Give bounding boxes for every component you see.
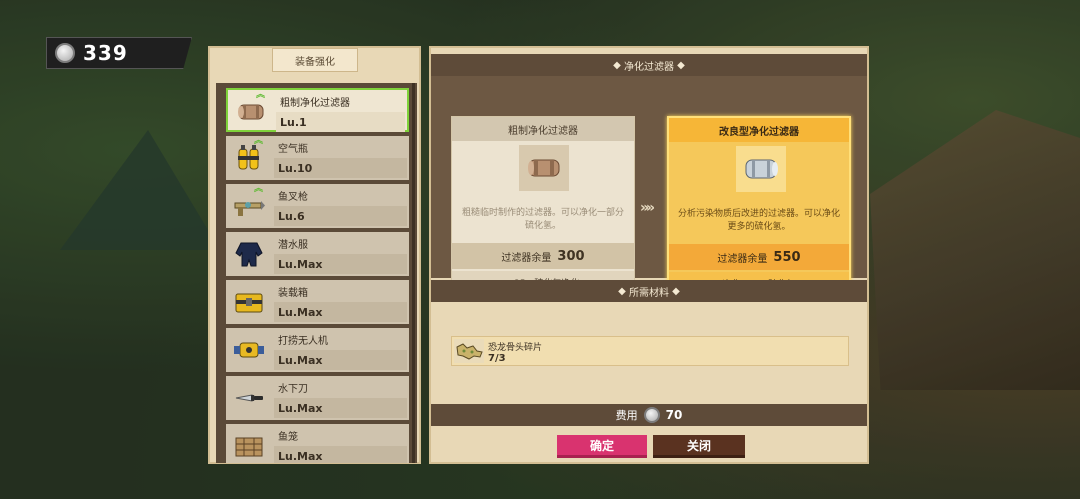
cost-value: 70 <box>665 408 683 422</box>
equipment-name: 潜水服 <box>278 240 308 251</box>
current-equipment-title: 粗制净化过滤器 <box>452 117 634 141</box>
stat-value: 300 <box>557 248 585 264</box>
equipment-level: Lu.Max <box>278 402 323 415</box>
equipment-name: 鱼叉枪 <box>278 192 308 203</box>
fish-trap-icon <box>232 429 266 463</box>
upgrade-cost: 费用 70 <box>431 404 867 426</box>
currency-amount: 339 <box>83 41 128 65</box>
salvage-drone-icon <box>232 333 266 367</box>
stat-label: 过滤器余量 <box>717 253 768 265</box>
equipment-item-air-tank[interactable]: ︽ 空气瓶 Lu.10 <box>226 136 409 180</box>
harpoon-gun-icon <box>232 189 266 223</box>
next-equipment-title: 改良型净化过滤器 <box>669 118 849 142</box>
improved-filter-icon <box>736 146 786 192</box>
material-name: 恐龙骨头碎片 <box>488 343 543 353</box>
material-count: 7/3 <box>488 353 506 364</box>
equipment-item-diving-suit[interactable]: 潜水服 Lu.Max <box>226 232 409 276</box>
equipment-item-cargo-box[interactable]: 装载箱 Lu.Max <box>226 280 409 324</box>
upgrade-available-icon: ︽ <box>256 90 266 100</box>
material-item: 恐龙骨头碎片 7/3 <box>451 336 849 366</box>
equipment-level: Lu.Max <box>278 306 323 319</box>
air-tank-icon <box>232 141 266 175</box>
dino-bone-fragment-icon <box>454 339 484 363</box>
equipment-list-panel: 装备强化 ︽ 粗制净化过滤器 Lu.1 ︽ 空气瓶 Lu.10 ︽ 鱼叉枪 Lu… <box>208 46 421 464</box>
close-button[interactable]: 关闭 <box>653 435 745 458</box>
equipment-item-harpoon[interactable]: ︽ 鱼叉枪 Lu.6 <box>226 184 409 228</box>
panel-title: 装备强化 <box>272 48 358 72</box>
silver-coin-icon <box>643 407 660 423</box>
equipment-item-knife[interactable]: 水下刀 Lu.Max <box>226 376 409 420</box>
equipment-list[interactable]: ︽ 粗制净化过滤器 Lu.1 ︽ 空气瓶 Lu.10 ︽ 鱼叉枪 Lu.6 潜水… <box>216 83 417 463</box>
current-equipment-card: 粗制净化过滤器 粗糙临时制作的过滤器。可以净化一部分硫化氢。 过滤器余量 300… <box>451 116 635 294</box>
list-scrollbar[interactable] <box>412 83 415 463</box>
silver-coin-icon <box>55 43 75 63</box>
equipment-name: 粗制净化过滤器 <box>280 98 350 109</box>
equipment-level: Lu.Max <box>278 258 323 271</box>
materials-section-header: ◆ 所需材料 ◆ <box>431 280 867 302</box>
current-filter-capacity: 过滤器余量 300 <box>452 243 634 269</box>
equipment-name: 鱼笼 <box>278 432 298 443</box>
equipment-item-fish-trap[interactable]: 鱼笼 Lu.Max <box>226 424 409 463</box>
upgrade-section-title: 净化过滤器 <box>624 61 674 73</box>
equipment-level: Lu.10 <box>278 162 313 175</box>
stat-value: 550 <box>773 249 801 265</box>
next-equipment-card: 改良型净化过滤器 分析污染物质后改进的过滤器。可以净化更多的硫化氢。 过滤器余量… <box>667 116 851 294</box>
upgrade-available-icon: ︽ <box>254 136 264 146</box>
upgrade-detail-panel: ◆ 净化过滤器 ◆ 粗制净化过滤器 粗糙临时制作的过滤器。可以净化一部分硫化氢。… <box>429 46 869 464</box>
stat-label: 过滤器余量 <box>501 252 552 264</box>
materials-section-title: 所需材料 <box>629 287 669 299</box>
cargo-box-icon <box>232 285 266 319</box>
currency-display: 339 <box>46 37 192 69</box>
upgrade-arrow-icon: »» <box>640 200 655 216</box>
diving-suit-icon <box>232 237 266 271</box>
next-filter-capacity: 过滤器余量 550 <box>669 244 849 270</box>
equipment-item-filter[interactable]: ︽ 粗制净化过滤器 Lu.1 <box>226 88 409 132</box>
equipment-item-drone[interactable]: 打捞无人机 Lu.Max <box>226 328 409 372</box>
upgrade-section-header: ◆ 净化过滤器 ◆ <box>431 54 867 76</box>
upgrade-available-icon: ︽ <box>254 184 264 194</box>
dive-knife-icon <box>232 381 266 415</box>
equipment-name: 水下刀 <box>278 384 308 395</box>
filter-canister-icon <box>519 145 569 191</box>
filter-canister-icon <box>234 95 268 129</box>
upgrade-compare-area: 粗制净化过滤器 粗糙临时制作的过滤器。可以净化一部分硫化氢。 过滤器余量 300… <box>431 76 867 294</box>
confirm-button[interactable]: 确定 <box>557 435 647 458</box>
cost-label: 费用 <box>615 409 638 422</box>
equipment-level: Lu.1 <box>280 116 307 129</box>
current-equipment-description: 粗糙临时制作的过滤器。可以净化一部分硫化氢。 <box>461 208 624 231</box>
equipment-level: Lu.6 <box>278 210 305 223</box>
equipment-level: Lu.Max <box>278 450 323 463</box>
equipment-name: 打捞无人机 <box>278 336 328 347</box>
equipment-level: Lu.Max <box>278 354 323 367</box>
next-equipment-description: 分析污染物质后改进的过滤器。可以净化更多的硫化氢。 <box>677 209 840 232</box>
equipment-name: 装载箱 <box>278 288 308 299</box>
equipment-name: 空气瓶 <box>278 144 308 155</box>
